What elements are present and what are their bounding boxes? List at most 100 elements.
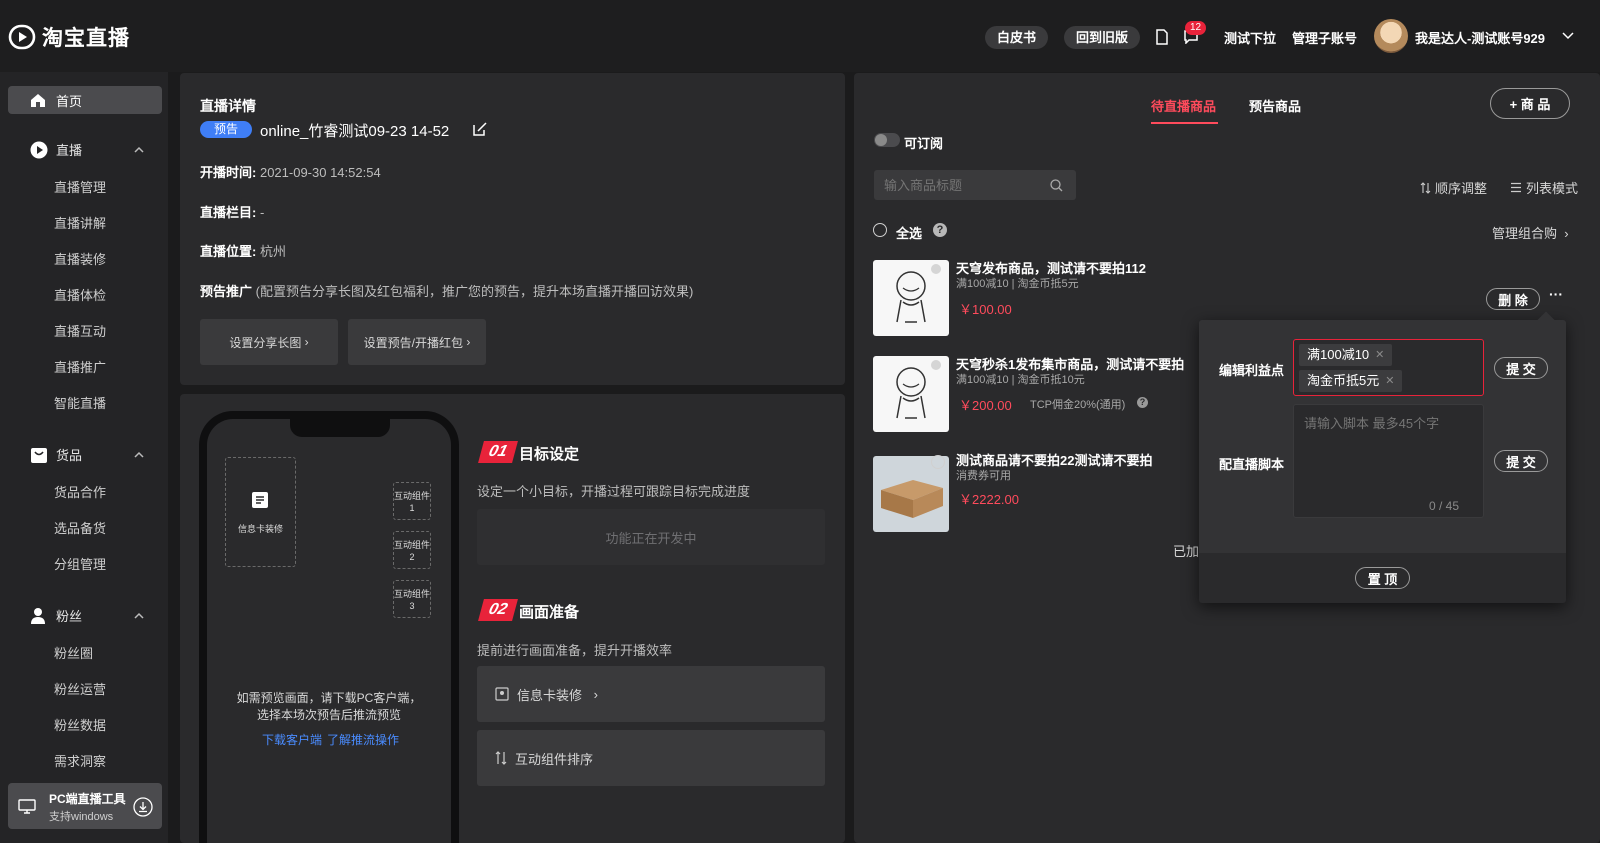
info-card-label: 信息卡装修 <box>237 524 283 534</box>
sidebar-item-live-explain[interactable]: 直播讲解 <box>54 213 106 232</box>
logo[interactable]: 淘宝直播 <box>8 22 130 52</box>
product-benefits: 满100减10 | 淘金币抵5元 <box>956 278 1079 290</box>
chevron-up-icon[interactable] <box>134 145 144 155</box>
preview-tag: 预告 <box>200 121 253 138</box>
help-icon[interactable]: ? <box>1137 397 1148 408</box>
close-icon[interactable]: ✕ <box>1385 370 1394 392</box>
submit-benefit-button[interactable]: 提 交 <box>1494 357 1548 379</box>
product-commission: TCP佣金20%(通用) <box>1030 399 1126 411</box>
edit-icon[interactable] <box>472 121 488 137</box>
chevron-up-icon[interactable] <box>134 611 144 621</box>
location-row: 直播位置: 杭州 <box>200 241 286 260</box>
chevron-up-icon[interactable] <box>134 450 144 460</box>
list-mode-button[interactable]: 列表模式 <box>1510 178 1578 197</box>
red-packet-label: 设置预告/开播红包 <box>363 335 463 350</box>
script-label: 配直播脚本 <box>1219 457 1285 472</box>
added-partial-text: 已加 <box>1173 544 1200 559</box>
interactive-component-slot-1[interactable]: 互动组件1 <box>393 482 431 520</box>
red-packet-button[interactable]: 设置预告/开播红包 › <box>348 319 486 365</box>
preview-hint-line2: 选择本场次预告后推流预览 <box>256 708 401 722</box>
goal-dev-box: 功能正在开发中 <box>477 509 825 565</box>
product-image[interactable] <box>873 356 949 432</box>
sidebar-item-live-promo[interactable]: 直播推广 <box>54 357 106 376</box>
manage-sub-account-link[interactable]: 管理子账号 <box>1292 28 1357 47</box>
sidebar-item-goods-coop[interactable]: 货品合作 <box>54 482 106 501</box>
live-title: online_竹睿测试09-23 14-52 <box>260 123 450 140</box>
tab-preview-products[interactable]: 预告商品 <box>1249 96 1301 115</box>
help-icon[interactable]: ? <box>933 223 947 237</box>
whitepaper-button[interactable]: 白皮书 <box>985 26 1049 49</box>
benefit-chip[interactable]: 淘金币抵5元 ✕ <box>1299 370 1403 392</box>
delete-product-button[interactable]: 删 除 <box>1486 288 1540 310</box>
doll-illustration <box>896 264 941 323</box>
search-icon[interactable] <box>1050 179 1063 192</box>
sort-adjust-button[interactable]: 顺序调整 <box>1420 178 1487 197</box>
list-icon <box>1511 182 1521 193</box>
avatar[interactable] <box>1374 19 1408 53</box>
sidebar-item-home[interactable]: 首页 <box>8 86 162 114</box>
chevron-down-icon[interactable] <box>1562 32 1574 40</box>
user-icon <box>31 607 45 624</box>
submit-script-button[interactable]: 提 交 <box>1494 450 1548 472</box>
component-sort-row[interactable]: 互动组件排序 <box>477 730 825 786</box>
details-heading: 直播详情 <box>200 98 256 114</box>
old-version-button[interactable]: 回到旧版 <box>1064 26 1141 49</box>
sidebar-item-fans-ops[interactable]: 粉丝运营 <box>54 679 106 698</box>
product-select-radio[interactable] <box>931 455 945 469</box>
download-client-link[interactable]: 下载客户端 <box>262 731 322 748</box>
account-name[interactable]: 我是达人-测试账号929 <box>1415 28 1545 47</box>
learn-stream-link[interactable]: 了解推流操作 <box>327 731 399 748</box>
promo-row: 预告推广 (配置预告分享长图及红包福利，推广您的预告，提升本场直播开播回访效果) <box>200 281 693 300</box>
sidebar-item-live-check[interactable]: 直播体检 <box>54 285 106 304</box>
info-card-icon <box>252 492 268 508</box>
select-all-label: 全选 <box>896 226 923 241</box>
document-icon[interactable] <box>1155 29 1169 45</box>
sidebar-item-fans-insight[interactable]: 需求洞察 <box>54 751 106 770</box>
search-input[interactable] <box>874 170 1044 200</box>
sort-icon <box>1420 181 1431 194</box>
sidebar-item-goods-group[interactable]: 分组管理 <box>54 554 106 573</box>
pc-tool-subtitle: 支持windows <box>49 811 114 823</box>
interactive-component-slot-2[interactable]: 互动组件2 <box>393 531 431 569</box>
sidebar-item-live-interact[interactable]: 直播互动 <box>54 321 106 340</box>
phone-notch <box>290 411 390 437</box>
column-label: 直播栏目: <box>200 205 257 220</box>
sidebar-item-fans-data[interactable]: 粉丝数据 <box>54 715 106 734</box>
script-char-count: 0 / 45 <box>1429 499 1460 513</box>
product-image[interactable] <box>873 260 949 336</box>
tab-pending-products[interactable]: 待直播商品 <box>1151 96 1216 115</box>
info-card-slot[interactable] <box>225 457 296 567</box>
sidebar-group-fans[interactable]: 粉丝 <box>30 606 82 625</box>
top-bar <box>0 0 1600 72</box>
test-dropdown-link[interactable]: 测试下拉 <box>1224 28 1276 47</box>
sidebar-item-fans-circle[interactable]: 粉丝圈 <box>54 643 93 662</box>
sidebar-item-goods-stock[interactable]: 选品备货 <box>54 518 106 537</box>
more-options-icon[interactable]: ··· <box>1549 286 1563 302</box>
close-icon[interactable]: ✕ <box>1375 344 1384 366</box>
pc-tool-title: PC端直播工具 <box>49 792 126 806</box>
sidebar-item-live-manage[interactable]: 直播管理 <box>54 177 106 196</box>
manage-combo-link[interactable]: 管理组合购 › <box>1492 223 1569 242</box>
product-benefits: 消费券可用 <box>956 470 1011 482</box>
component-sort-label: 互动组件排序 <box>515 751 594 767</box>
step2-desc: 提前进行画面准备，提升开播效率 <box>477 643 673 658</box>
sidebar-item-live-smart[interactable]: 智能直播 <box>54 393 106 412</box>
info-card-decor-row[interactable]: 信息卡装修 › <box>477 666 825 722</box>
sidebar-item-live-decor[interactable]: 直播装修 <box>54 249 106 268</box>
sidebar-group-goods[interactable]: 货品 <box>30 445 82 464</box>
pin-top-button[interactable]: 置 顶 <box>1355 567 1410 589</box>
search-input-box[interactable] <box>874 170 1076 200</box>
interactive-component-slot-3[interactable]: 互动组件3 <box>393 580 431 618</box>
share-image-button[interactable]: 设置分享长图 › <box>200 319 338 365</box>
select-all-radio[interactable] <box>873 223 887 237</box>
benefit-chip[interactable]: 满100减10 ✕ <box>1299 344 1393 366</box>
download-icon[interactable] <box>133 797 153 817</box>
play-icon <box>30 141 48 158</box>
subscribe-toggle[interactable] <box>874 133 900 147</box>
add-product-button[interactable]: + 商 品 <box>1490 88 1570 119</box>
notification-badge: 12 <box>1185 21 1207 35</box>
product-price: ￥2222.00 <box>959 492 1019 507</box>
sidebar-group-live[interactable]: 直播 <box>30 140 82 159</box>
home-icon <box>31 93 45 107</box>
preview-hint-line1: 如需预览画面，请下载PC客户端， <box>236 691 422 705</box>
